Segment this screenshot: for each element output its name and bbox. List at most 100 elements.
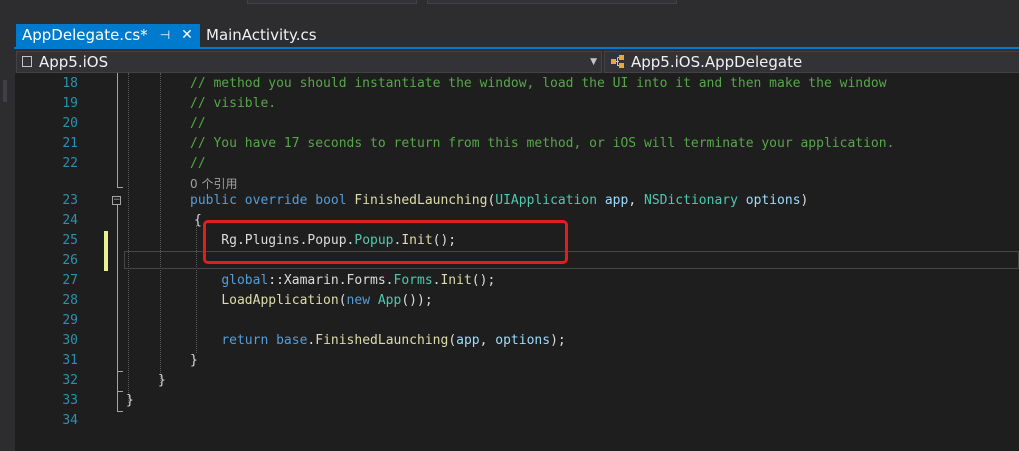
code-token: // — [190, 116, 206, 131]
margin-marker — [3, 80, 7, 102]
code-token: options — [495, 333, 551, 348]
code-token: NSDictionary — [644, 193, 738, 208]
line-number: 28 — [62, 293, 78, 308]
line-number: 29 — [62, 313, 78, 328]
annotation-highlight-box — [203, 220, 568, 264]
code-token: FinishedLaunching — [354, 193, 488, 208]
project-icon — [22, 56, 32, 67]
outline-tick — [117, 187, 123, 188]
code-token: } — [190, 353, 198, 368]
code-token: // — [190, 156, 206, 171]
class-icon — [611, 55, 624, 68]
document-tab-bar: AppDelegate.cs* ⊣ ✕ MainActivity.cs — [14, 22, 1019, 47]
line-number: 22 — [62, 156, 78, 171]
code-token: 0 个引用 — [190, 177, 238, 191]
code-token: public — [190, 193, 237, 208]
chevron-down-icon[interactable]: ▼ — [590, 52, 597, 72]
code-token: bool — [315, 193, 347, 208]
modified-line-marker — [104, 231, 108, 271]
project-name: App5.iOS — [39, 53, 109, 71]
line-number: 32 — [62, 373, 78, 388]
line-number: 30 — [62, 333, 78, 348]
project-dropdown[interactable]: App5.iOS ▼ — [16, 51, 602, 73]
code-line: // — [190, 114, 206, 134]
code-token: new — [346, 293, 371, 308]
line-number: 19 — [62, 96, 78, 111]
class-dropdown[interactable]: App5.iOS.AppDelegate — [604, 51, 1019, 73]
code-token: // You have 17 seconds to return from th… — [190, 136, 895, 151]
code-token: , — [479, 333, 496, 348]
tab-mainactivity[interactable]: MainActivity.cs — [206, 24, 317, 47]
outline-line — [117, 73, 118, 187]
code-line: { — [194, 211, 202, 231]
code-token: UIApplication — [495, 193, 598, 208]
code-token: app — [456, 333, 480, 348]
code-line: } — [158, 371, 166, 391]
code-token: Init — [440, 273, 472, 288]
line-number: 34 — [62, 413, 78, 428]
toolbar-dropdown[interactable] — [427, 0, 677, 4]
code-token: ); — [550, 333, 566, 348]
code-token: (); — [471, 273, 496, 288]
toolbar-strip — [0, 0, 1019, 22]
collapse-toggle[interactable]: − — [112, 196, 121, 205]
pin-icon[interactable]: ⊣ — [158, 24, 172, 47]
code-token: return — [221, 333, 269, 348]
code-line: // You have 17 seconds to return from th… — [190, 134, 894, 154]
code-token: ::Xamarin.Forms. — [268, 273, 394, 288]
class-name: App5.iOS.AppDelegate — [631, 53, 803, 71]
code-line: return base.FinishedLaunching(app, optio… — [190, 331, 566, 351]
code-token: App — [377, 293, 402, 308]
close-icon[interactable]: ✕ — [180, 24, 194, 47]
left-tool-margin — [0, 22, 14, 451]
code-token: } — [126, 393, 134, 408]
line-number: 23 — [62, 193, 78, 208]
line-number: 24 — [62, 213, 78, 228]
code-line: // — [190, 154, 206, 174]
tab-label: AppDelegate.cs* — [22, 26, 148, 44]
code-token: // visible. — [190, 96, 277, 111]
code-token: FinishedLaunching — [315, 333, 449, 348]
code-line: // method you should instantiate the win… — [190, 74, 887, 94]
editor-gutter-pad — [14, 73, 37, 451]
code-token: { — [194, 213, 202, 228]
outline-tick — [117, 411, 123, 412]
code-token: LoadApplication — [221, 293, 339, 308]
line-number: 21 — [62, 136, 78, 151]
code-token: , — [628, 193, 644, 208]
indent-guide — [160, 73, 161, 383]
code-token: ) — [800, 193, 809, 208]
indent-guide — [128, 73, 129, 403]
navigation-bar: App5.iOS ▼ App5.iOS.AppDelegate — [14, 49, 1019, 73]
code-line: LoadApplication(new App()); — [190, 291, 433, 311]
ide-window: AppDelegate.cs* ⊣ ✕ MainActivity.cs App5… — [0, 0, 1019, 451]
outline-line — [117, 371, 118, 391]
code-line: global::Xamarin.Forms.Forms.Init(); — [190, 271, 495, 291]
code-token: Forms — [393, 273, 433, 288]
code-token: } — [158, 373, 166, 388]
line-number: 25 — [62, 233, 78, 248]
tab-appdelegate[interactable]: AppDelegate.cs* ⊣ ✕ — [16, 24, 200, 47]
code-line: public override bool FinishedLaunching(U… — [190, 191, 808, 211]
code-token: app — [604, 193, 629, 208]
code-token: options — [745, 193, 801, 208]
outline-line — [117, 205, 118, 371]
tab-label: MainActivity.cs — [206, 26, 317, 44]
toolbar-dropdown[interactable] — [247, 0, 417, 4]
line-number: 33 — [62, 393, 78, 408]
line-number: 18 — [62, 76, 78, 91]
code-token: // method you should instantiate the win… — [190, 76, 887, 91]
code-line: // visible. — [190, 94, 276, 114]
line-number: 27 — [62, 273, 78, 288]
code-token: ()); — [401, 293, 433, 308]
line-number: 26 — [62, 253, 78, 268]
outline-line — [117, 391, 118, 411]
